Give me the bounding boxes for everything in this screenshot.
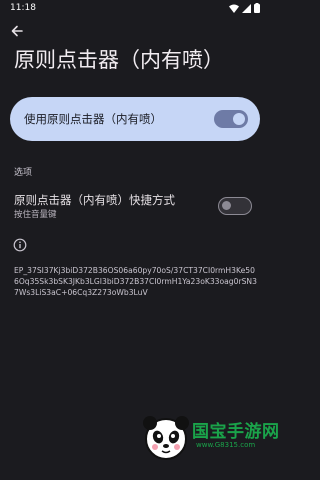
watermark: 国宝手游网 www.G8315.com (140, 405, 279, 473)
shortcut-title: 原则点击器（内有喷）快捷方式 (14, 193, 175, 207)
info-icon (13, 237, 27, 252)
watermark-url: www.G8315.com (196, 441, 256, 449)
page-title: 原则点击器（内有喷） (14, 48, 224, 72)
wifi-icon (229, 4, 239, 13)
battery-icon (254, 3, 260, 13)
panda-logo-icon (140, 411, 192, 463)
main-toggle-label: 使用原则点击器（内有喷） (24, 112, 162, 126)
signal-icon (242, 3, 251, 13)
main-toggle-card[interactable]: 使用原则点击器（内有喷） (10, 97, 260, 141)
info-text: EP_37SI37Kj3biD372B36OS06a60py70oS/37CT3… (14, 266, 257, 297)
options-section-header: 选项 (14, 168, 33, 178)
watermark-name: 国宝手游网 (192, 422, 280, 442)
arrow-back-icon (11, 22, 23, 41)
shortcut-setting-row[interactable]: 原则点击器（内有喷）快捷方式 按住音量键 (0, 186, 270, 226)
status-time: 11:18 (10, 3, 36, 13)
status-icons (229, 3, 260, 13)
switch-thumb (222, 201, 231, 210)
status-bar: 11:18 (0, 0, 270, 16)
main-toggle-switch[interactable] (214, 110, 248, 128)
shortcut-subtitle: 按住音量键 (14, 210, 57, 220)
switch-thumb (233, 113, 245, 125)
shortcut-toggle-switch[interactable] (218, 197, 252, 215)
back-button[interactable] (8, 22, 26, 40)
